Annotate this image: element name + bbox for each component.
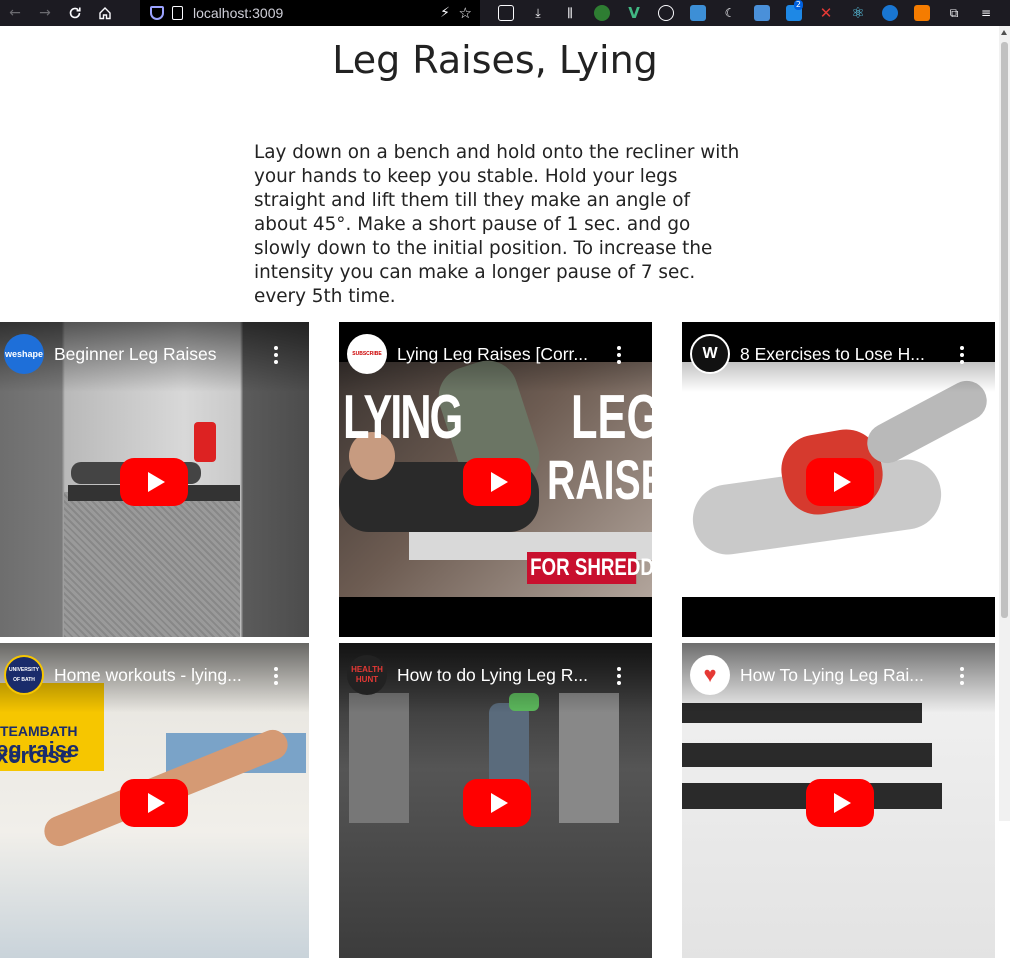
screenshot-icon[interactable] [682, 0, 714, 26]
video-embed-2[interactable]: LYING LEG RAISE FOR SHREDDED SUBSCRIBE L… [339, 322, 652, 637]
night-mode-icon[interactable]: ☾ [714, 0, 746, 26]
more-options-icon[interactable] [612, 667, 626, 685]
lightning-icon[interactable]: ⚡ [440, 5, 450, 21]
forward-arrow-icon[interactable]: → [30, 0, 60, 26]
notification-count-badge: 2 [793, 0, 803, 10]
scroll-up-arrow-icon[interactable] [1001, 30, 1007, 35]
video-embed-6[interactable]: ♥ How To Lying Leg Rai... [682, 643, 995, 958]
address-bar[interactable]: localhost:3009 ⚡ ☆ [140, 0, 480, 26]
cross-extension-icon[interactable]: ✕ [810, 0, 842, 26]
reload-icon[interactable] [60, 0, 90, 26]
scrollbar-thumb[interactable] [1001, 42, 1008, 618]
youtube-play-button[interactable] [120, 458, 188, 506]
youtube-play-button[interactable] [806, 458, 874, 506]
extensions-bar: ⤓ ⫼ V ☾ 2 ✕ ⚛ ⧉ ≡ [490, 0, 1002, 26]
overlay-text-raise: RAISE [547, 448, 652, 511]
menu-icon[interactable]: ≡ [970, 0, 1002, 26]
video-title[interactable]: Home workouts - lying... [54, 665, 269, 686]
channel-avatar[interactable]: HEALTH HUNT [347, 655, 387, 695]
video-title[interactable]: How To Lying Leg Rai... [740, 665, 955, 686]
channel-avatar[interactable]: W [690, 334, 730, 374]
home-icon[interactable] [90, 0, 120, 26]
library-icon[interactable]: ⫼ [554, 0, 586, 26]
channel-avatar[interactable]: UNIVERSITY OF BATH [4, 655, 44, 695]
exercise-description: Lay down on a bench and hold onto the re… [254, 142, 740, 307]
overlay-text-exercise: xercise [0, 743, 72, 768]
bookmark-star-icon[interactable]: ☆ [459, 4, 472, 22]
video-embed-3[interactable]: W 8 Exercises to Lose H... [682, 322, 995, 637]
extensions-icon[interactable]: ⧉ [938, 0, 970, 26]
page-info-icon[interactable] [172, 6, 183, 20]
page-scrollbar[interactable] [999, 26, 1010, 821]
overlay-text-leg: LEG [571, 383, 652, 452]
video-title[interactable]: Lying Leg Raises [Corr... [397, 344, 612, 365]
cookie-icon[interactable] [650, 0, 682, 26]
react-devtools-icon[interactable]: ⚛ [842, 0, 874, 26]
more-options-icon[interactable] [955, 346, 969, 364]
download-icon[interactable]: ⤓ [522, 0, 554, 26]
rss-icon[interactable] [906, 0, 938, 26]
more-options-icon[interactable] [269, 667, 283, 685]
video-title[interactable]: 8 Exercises to Lose H... [740, 344, 955, 365]
youtube-play-button[interactable] [806, 779, 874, 827]
youtube-play-button[interactable] [463, 779, 531, 827]
more-options-icon[interactable] [269, 346, 283, 364]
tracking-protection-shield-icon[interactable] [150, 6, 164, 20]
extension-green-icon[interactable] [586, 0, 618, 26]
overlay-text-lying: LYING [343, 383, 463, 452]
video-title[interactable]: Beginner Leg Raises [54, 344, 269, 365]
translate-icon[interactable] [746, 0, 778, 26]
more-options-icon[interactable] [955, 667, 969, 685]
video-embed-5[interactable]: HEALTH HUNT How to do Lying Leg R... [339, 643, 652, 958]
youtube-play-button[interactable] [120, 779, 188, 827]
vue-devtools-icon[interactable]: V [618, 0, 650, 26]
overlay-text-shredded: FOR SHREDDED [527, 552, 652, 584]
video-embed-4[interactable]: TEAMBATH eg raise xercise UNIVERSITY OF … [0, 643, 309, 958]
url-text[interactable]: localhost:3009 [193, 5, 283, 21]
channel-avatar[interactable]: weshape [4, 334, 44, 374]
video-title[interactable]: How to do Lying Leg R... [397, 665, 612, 686]
page-title: Leg Raises, Lying [332, 38, 658, 82]
video-embed-1[interactable]: weshape Beginner Leg Raises [0, 322, 309, 637]
v-extension-icon[interactable] [874, 0, 906, 26]
more-options-icon[interactable] [612, 346, 626, 364]
youtube-play-button[interactable] [463, 458, 531, 506]
back-arrow-icon[interactable]: ← [0, 0, 30, 26]
channel-avatar[interactable]: SUBSCRIBE [347, 334, 387, 374]
channel-avatar[interactable]: ♥ [690, 655, 730, 695]
notification-extension-icon[interactable]: 2 [778, 0, 810, 26]
extension-puzzle-icon[interactable] [490, 0, 522, 26]
